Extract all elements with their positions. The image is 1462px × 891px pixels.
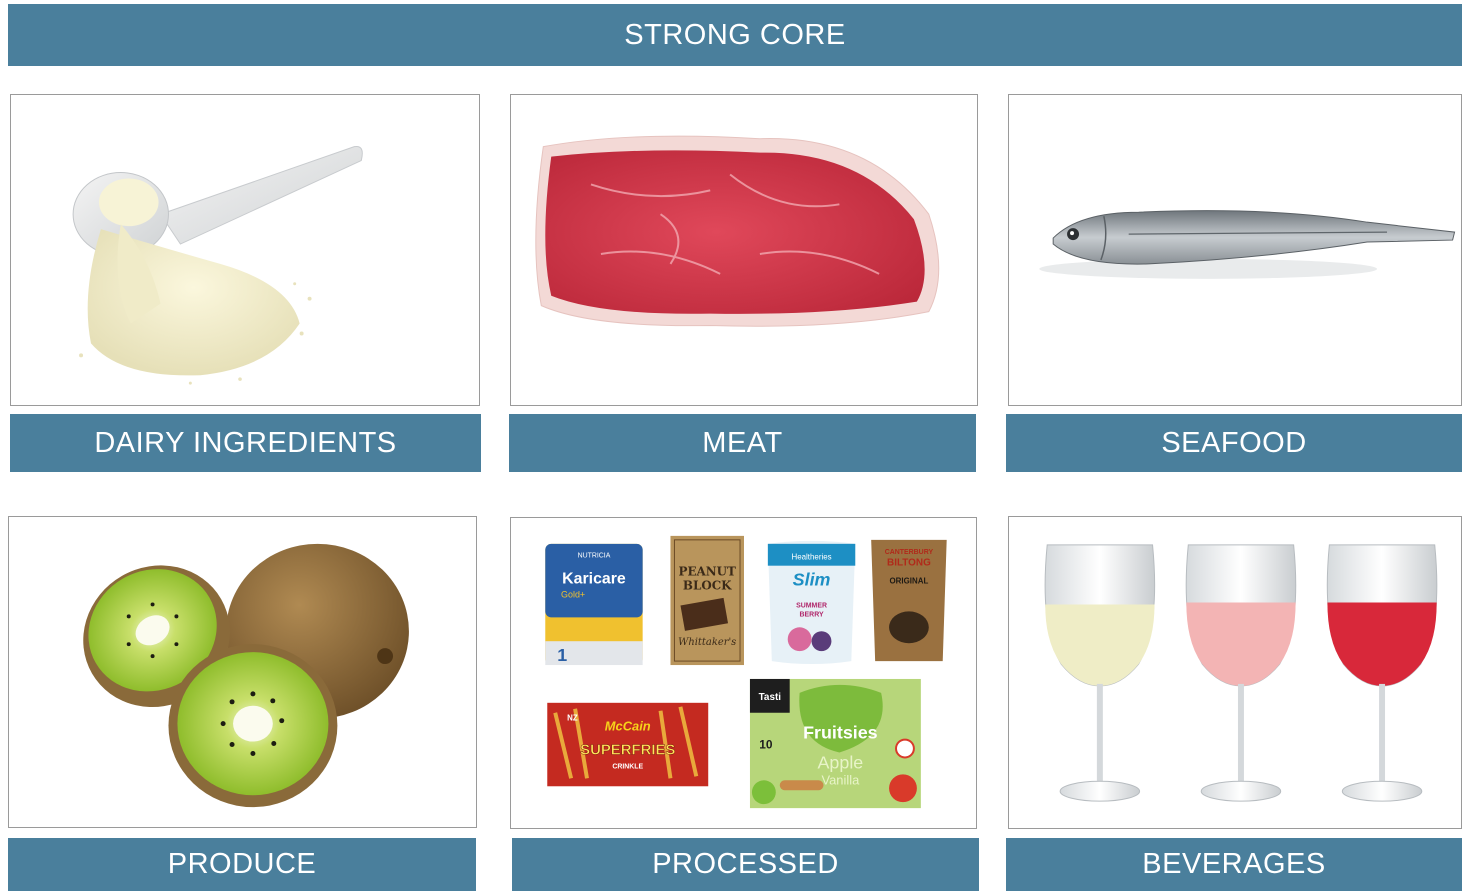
red-wine-glass [1326, 544, 1438, 802]
tasti-count: 10 [759, 738, 773, 752]
rose-wine-glass [1185, 544, 1297, 802]
category-label-beverages: BEVERAGES [1006, 838, 1462, 891]
mccain-brand-text: McCain [605, 719, 651, 734]
mccain-badge: NZ [567, 714, 578, 723]
meat-image[interactable] [510, 94, 978, 406]
kiwifruit-illustration [83, 543, 409, 808]
tasti-flavor2: Vanilla [821, 772, 860, 787]
tasti-name-text: Fruitsies [803, 723, 878, 743]
processed-products-illustration: NUTRICIA Karicare Gold+ 1 PEANUT BLOCK W… [545, 535, 947, 809]
category-label-meat: MEAT [509, 414, 976, 472]
biltong-line2: BILTONG [887, 558, 931, 569]
karicare-name-text: Karicare [562, 571, 626, 588]
peanut-block-line1: PEANUT [679, 565, 737, 579]
healtheries-flavor2: BERRY [800, 611, 824, 618]
healtheries-brand-text: Healtheries [791, 553, 831, 562]
wine-glasses-illustration [1044, 544, 1438, 802]
seafood-image[interactable] [1008, 94, 1462, 406]
karicare-stage-text: 1 [557, 645, 567, 665]
mccain-variant-text: CRINKLE [612, 763, 643, 770]
dairy-ingredients-image[interactable] [10, 94, 480, 406]
category-label-processed: PROCESSED [512, 838, 979, 891]
biltong-line3: ORIGINAL [890, 577, 929, 586]
mccain-name-text: SUPERFRIES [580, 742, 675, 758]
healtheries-name-text: Slim [793, 570, 831, 590]
white-wine-glass [1044, 544, 1156, 802]
peanut-block-chocolate: PEANUT BLOCK Whittaker's [670, 535, 744, 666]
karicare-can: NUTRICIA Karicare Gold+ 1 [545, 543, 643, 665]
beverages-image[interactable] [1008, 516, 1462, 829]
fish-illustration [1039, 210, 1456, 279]
milk-powder-scoop-illustration [72, 145, 363, 385]
tasti-fruitsies-box: Tasti Fruitsies Apple Vanilla 10 [749, 678, 921, 809]
karicare-tag-text: Gold+ [561, 589, 585, 599]
healtheries-slim-tub: Healtheries Slim SUMMER BERRY [767, 540, 856, 665]
produce-image[interactable] [8, 516, 477, 828]
category-label-produce: PRODUCE [8, 838, 476, 891]
peanut-block-line2: BLOCK [683, 579, 732, 593]
healtheries-flavor1: SUMMER [796, 602, 827, 609]
category-label-dairy: DAIRY INGREDIENTS [10, 414, 481, 472]
page-title: STRONG CORE [8, 4, 1462, 66]
biltong-bag: CANTERBURY BILTONG ORIGINAL [871, 539, 947, 662]
processed-image[interactable]: NUTRICIA Karicare Gold+ 1 PEANUT BLOCK W… [510, 517, 977, 829]
tasti-flavor1: Apple [818, 752, 864, 772]
tasti-brand-text: Tasti [759, 692, 782, 703]
biltong-line1: CANTERBURY [885, 549, 934, 556]
mccain-superfries-bag: NZ McCain SUPERFRIES CRINKLE [547, 702, 709, 787]
category-label-seafood: SEAFOOD [1006, 414, 1462, 472]
karicare-brand-text: NUTRICIA [578, 553, 611, 560]
peanut-block-brand: Whittaker's [678, 637, 736, 648]
beef-steak-illustration [535, 135, 940, 327]
